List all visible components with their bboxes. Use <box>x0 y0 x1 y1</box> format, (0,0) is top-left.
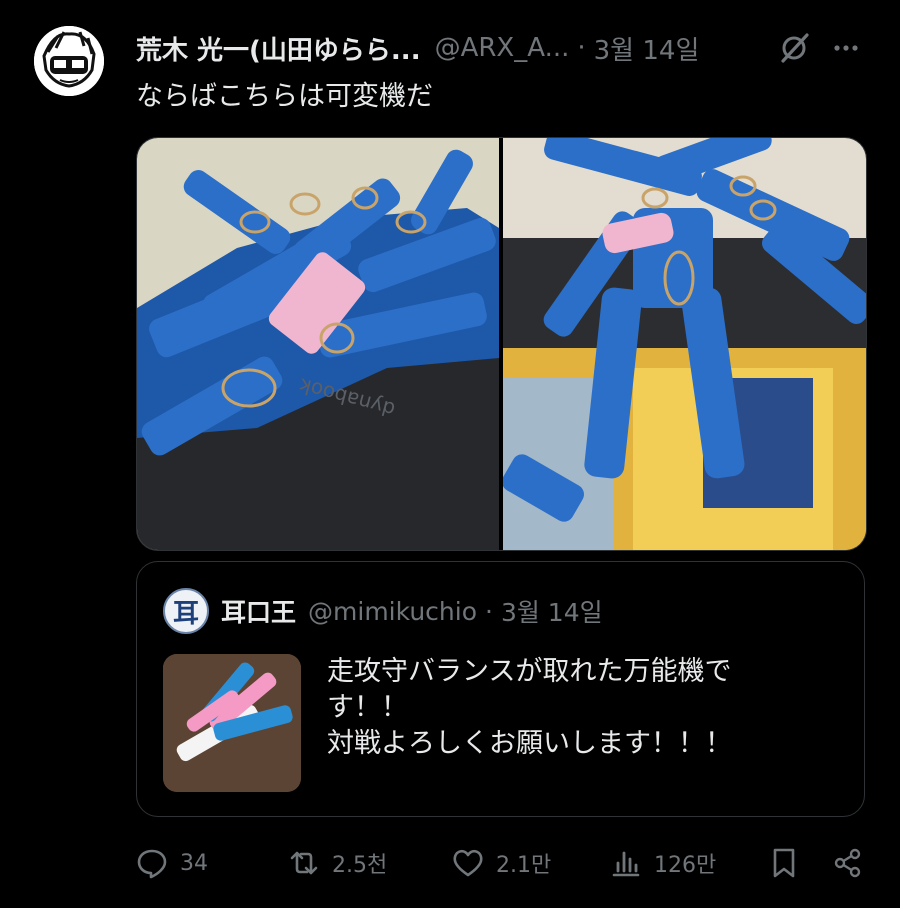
views-count: 126만 <box>654 853 717 878</box>
bookmark-button[interactable] <box>768 840 800 886</box>
quote-author-avatar[interactable]: 耳 <box>163 588 209 634</box>
media-photo-2[interactable] <box>503 138 866 550</box>
quote-text: 走攻守バランスが取れた万能機で す！！ 対戦よろしくお願いします！！！ <box>327 656 732 759</box>
heart-icon <box>453 849 483 877</box>
quote-author-handle: @mimikuchio <box>308 596 477 626</box>
separator-dot: · <box>577 33 586 63</box>
tweet-text: ならばこちらは可変機だ <box>136 81 433 112</box>
reply-count: 34 <box>180 850 208 876</box>
views-button[interactable]: 126만 <box>610 840 716 886</box>
author-name[interactable]: 荒木 光一(山田ゆらら... <box>136 30 421 67</box>
media-gallery: dynabook <box>136 137 867 551</box>
author-handle[interactable]: @ARX_A... <box>435 33 570 63</box>
quote-date: 3월 14일 <box>500 598 603 627</box>
photo-clothespin-craft-1: dynabook <box>137 138 499 550</box>
like-button[interactable]: 2.1만 <box>452 840 551 886</box>
more-icon[interactable] <box>828 30 864 66</box>
repost-icon <box>290 851 318 875</box>
action-bar: 34 2.5천 2.1만 126만 <box>136 840 866 886</box>
reply-button[interactable]: 34 <box>136 840 208 886</box>
grok-icon[interactable] <box>776 30 812 66</box>
bookmark-icon <box>773 848 795 878</box>
repost-count: 2.5천 <box>332 853 388 878</box>
quote-author-name: 耳口王 <box>221 598 297 627</box>
quote-thumbnail[interactable] <box>163 654 301 792</box>
quote-header: 耳口王 @mimikuchio · 3월 14일 <box>221 590 603 632</box>
photo-clothespin-craft-2 <box>503 138 866 550</box>
views-icon <box>612 851 640 877</box>
avatar-illustration <box>34 26 104 96</box>
share-icon <box>834 848 861 878</box>
quoted-tweet[interactable]: 耳 耳口王 @mimikuchio · 3월 14일 走攻守バランスが取れた万能… <box>136 561 865 817</box>
repost-button[interactable]: 2.5천 <box>288 840 387 886</box>
media-photo-1[interactable]: dynabook <box>137 138 499 550</box>
reply-icon <box>137 849 167 879</box>
author-avatar[interactable] <box>34 26 104 96</box>
tweet-header: 荒木 光一(山田ゆらら... @ARX_A... · 3월 14일 <box>136 28 866 68</box>
quote-separator-dot: · <box>485 596 493 626</box>
like-count: 2.1만 <box>496 853 552 878</box>
thumbnail-clothespins <box>163 654 301 792</box>
tweet-date[interactable]: 3월 14일 <box>594 30 700 67</box>
share-button[interactable] <box>832 840 864 886</box>
